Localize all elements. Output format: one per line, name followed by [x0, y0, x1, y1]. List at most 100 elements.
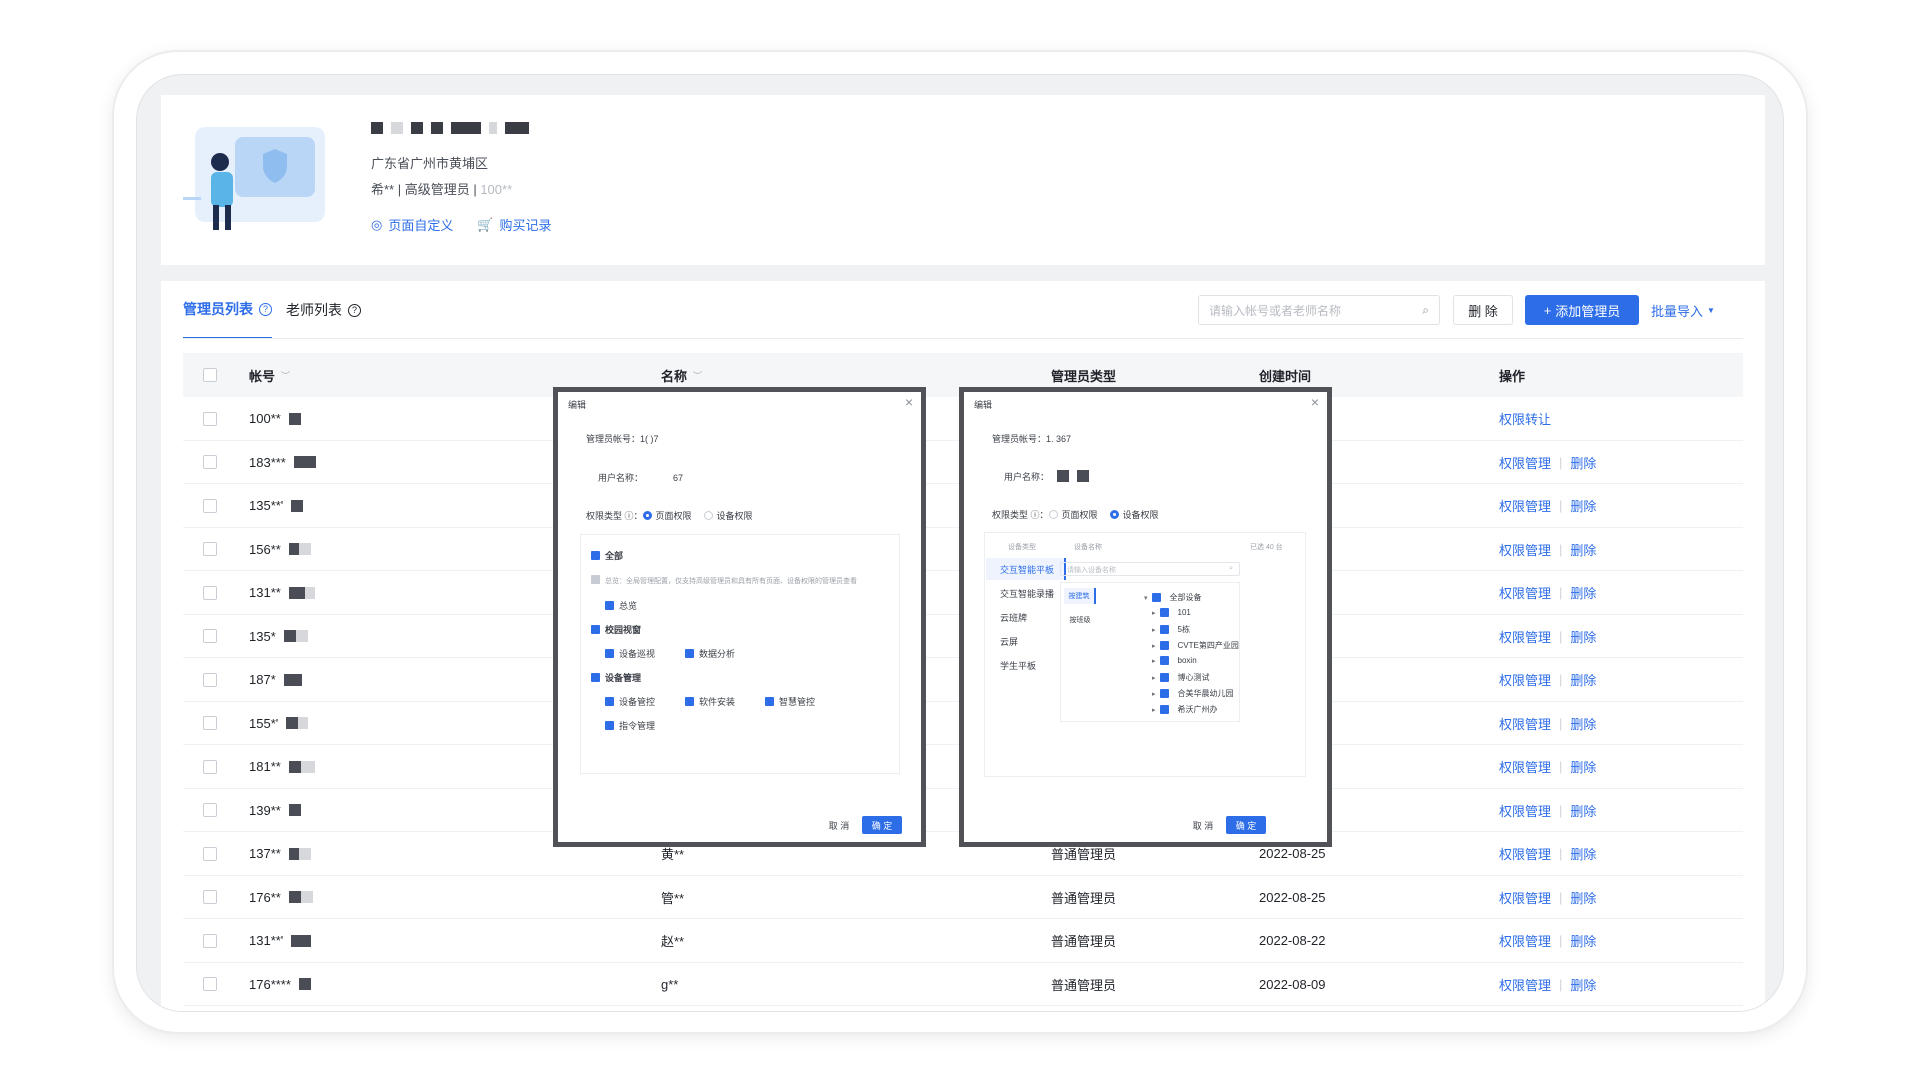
perm-smart-ctrl[interactable]: 智慧管控 [765, 695, 815, 708]
permission-link[interactable]: 权限管理 [1499, 757, 1551, 776]
device-tree-item[interactable]: ▸ 希沃广州办 [1152, 704, 1218, 715]
row-checkbox[interactable] [203, 890, 217, 904]
permission-link[interactable]: 权限管理 [1499, 888, 1551, 907]
help-icon[interactable]: ? [259, 302, 272, 316]
by-building-tab[interactable]: 按建筑 [1064, 588, 1096, 604]
device-type-tab[interactable]: 云屏 [986, 630, 1066, 652]
device-tree-item[interactable]: ▸ 博心测试 [1152, 672, 1210, 683]
ok-button[interactable]: 确 定 [862, 816, 902, 834]
perm-device-ctrl[interactable]: 设备管控 [605, 695, 655, 708]
tab-admin-list[interactable]: 管理员列表? [183, 281, 272, 339]
close-icon[interactable]: × [1311, 394, 1319, 410]
radio-device-perm[interactable] [703, 511, 713, 520]
permission-link[interactable]: 权限管理 [1499, 670, 1551, 689]
cancel-button[interactable]: 取 消 [1186, 816, 1220, 834]
caret-right-icon[interactable]: ▸ [1152, 609, 1156, 617]
caret-down-icon[interactable]: ▾ [1144, 594, 1148, 602]
row-checkbox[interactable] [203, 672, 217, 687]
device-search-input[interactable]: 请输入设备名称 ⌕ [1060, 562, 1240, 576]
cancel-button[interactable]: 取 消 [822, 816, 856, 834]
delete-link[interactable]: 删除 [1570, 670, 1596, 689]
device-tree-item[interactable]: ▸ CVTE第四产业园 [1152, 640, 1239, 651]
search-icon[interactable]: ⌕ [1422, 303, 1429, 318]
perm-device-mgmt[interactable]: 设备管理 [591, 671, 641, 684]
device-tree-item[interactable]: ▸ 101 [1152, 608, 1191, 617]
device-tree-item[interactable]: ▸ boxin [1152, 656, 1197, 665]
delete-link[interactable]: 删除 [1570, 540, 1596, 559]
perm-cmd-mgmt[interactable]: 指令管理 [605, 719, 655, 732]
caret-right-icon[interactable]: ▸ [1152, 706, 1156, 714]
purchase-record-link[interactable]: 🛒 购买记录 [477, 215, 551, 234]
customize-page-link[interactable]: ◎ 页面自定义 [371, 215, 453, 234]
delete-link[interactable]: 删除 [1570, 627, 1596, 646]
by-class-tab[interactable]: 按班级 [1064, 612, 1096, 628]
caret-right-icon[interactable]: ▸ [1152, 690, 1156, 698]
perm-device-patrol[interactable]: 设备巡视 [605, 647, 655, 660]
radio-page-perm[interactable] [1048, 510, 1058, 519]
delete-link[interactable]: 删除 [1570, 844, 1596, 863]
perm-overview[interactable]: 总览 [605, 599, 637, 612]
perm-campus[interactable]: 校园视窗 [591, 623, 641, 636]
row-checkbox[interactable] [203, 498, 217, 513]
delete-link[interactable]: 删除 [1570, 583, 1596, 602]
row-checkbox[interactable] [203, 716, 217, 730]
delete-link[interactable]: 删除 [1570, 757, 1596, 776]
radio-page-perm[interactable] [642, 511, 652, 520]
permission-link[interactable]: 权限管理 [1499, 453, 1551, 472]
ok-button[interactable]: 确 定 [1226, 816, 1266, 834]
device-type-tab[interactable]: 学生平板 [986, 654, 1066, 676]
device-tree-item[interactable]: ▸ 合美华晨幼儿园 [1152, 688, 1234, 699]
delete-link[interactable]: 删除 [1570, 496, 1596, 515]
row-checkbox[interactable] [203, 803, 217, 817]
delete-link[interactable]: 删除 [1570, 801, 1596, 820]
perm-software-install[interactable]: 软件安装 [685, 695, 735, 708]
row-checkbox[interactable] [203, 542, 217, 556]
help-icon[interactable]: ? [348, 303, 361, 317]
permission-link[interactable]: 权限管理 [1499, 540, 1551, 559]
caret-right-icon[interactable]: ▸ [1152, 642, 1156, 650]
row-checkbox[interactable] [203, 846, 217, 861]
perm-all[interactable]: 全部 [591, 549, 623, 562]
device-type-tab[interactable]: 云班牌 [986, 606, 1066, 628]
row-checkbox[interactable] [203, 411, 217, 426]
table-row[interactable]: 176**** g** 普通管理员 2022-08-09 权限管理 | 删除 [183, 963, 1743, 1006]
device-type-tab[interactable]: 交互智能平板 [986, 558, 1066, 580]
eye-closed-icon[interactable]: ︶ [281, 369, 290, 382]
permission-link[interactable]: 权限管理 [1499, 975, 1551, 994]
caret-right-icon[interactable]: ▸ [1152, 674, 1156, 682]
permission-link[interactable]: 权限管理 [1499, 844, 1551, 863]
row-checkbox[interactable] [203, 455, 217, 469]
tab-teacher-list[interactable]: 老师列表? [286, 281, 361, 339]
close-icon[interactable]: × [905, 394, 913, 410]
batch-import-dropdown[interactable]: 批量导入 ▼ [1651, 295, 1715, 325]
search-input[interactable]: 请输入帐号或者老师名称 ⌕ [1198, 295, 1440, 325]
permission-link[interactable]: 权限管理 [1499, 627, 1551, 646]
row-checkbox[interactable] [203, 759, 217, 774]
select-all-checkbox[interactable] [203, 368, 217, 382]
permission-link[interactable]: 权限管理 [1499, 496, 1551, 515]
row-checkbox[interactable] [203, 977, 217, 991]
table-row[interactable]: 176** 管** 普通管理员 2022-08-25 权限管理 | 删除 [183, 876, 1743, 919]
table-row[interactable]: 131**' 赵** 普通管理员 2022-08-22 权限管理 | 删除 [183, 919, 1743, 963]
delete-link[interactable]: 删除 [1570, 453, 1596, 472]
permission-link[interactable]: 权限管理 [1499, 583, 1551, 602]
delete-button[interactable]: 删 除 [1453, 295, 1513, 325]
perm-data-analysis[interactable]: 数据分析 [685, 647, 735, 660]
device-tree-item[interactable]: ▾ 全部设备 [1144, 592, 1202, 603]
device-tree-item[interactable]: ▸ 5栋 [1152, 624, 1190, 635]
eye-closed-icon[interactable]: ︶ [693, 369, 702, 382]
row-checkbox[interactable] [203, 629, 217, 643]
device-type-tab[interactable]: 交互智能录播 [986, 582, 1066, 604]
caret-right-icon[interactable]: ▸ [1152, 657, 1156, 665]
delete-link[interactable]: 删除 [1570, 931, 1596, 950]
permission-link[interactable]: 权限管理 [1499, 931, 1551, 950]
delete-link[interactable]: 删除 [1570, 888, 1596, 907]
row-checkbox[interactable] [203, 933, 217, 948]
permission-link[interactable]: 权限转让 [1499, 409, 1551, 428]
radio-device-perm[interactable] [1109, 510, 1119, 519]
delete-link[interactable]: 删除 [1570, 975, 1596, 994]
caret-right-icon[interactable]: ▸ [1152, 626, 1156, 634]
delete-link[interactable]: 删除 [1570, 714, 1596, 733]
add-admin-button[interactable]: + 添加管理员 [1525, 295, 1639, 325]
permission-link[interactable]: 权限管理 [1499, 714, 1551, 733]
